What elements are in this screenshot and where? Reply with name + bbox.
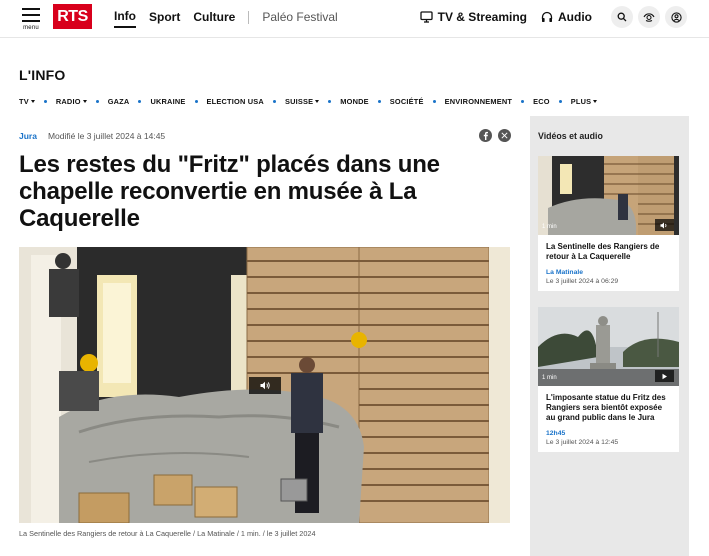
- video-thumbnail: 1 min: [538, 307, 679, 386]
- top-bar: menu RTS Info Sport Culture Paléo Festiv…: [0, 0, 709, 38]
- subnav-environnement[interactable]: ENVIRONNEMENT: [445, 97, 512, 106]
- video-thumbnail: 1 min: [538, 156, 679, 235]
- sidebar-title: Vidéos et audio: [538, 131, 603, 141]
- audio-link[interactable]: Audio: [541, 10, 592, 24]
- nav-sport[interactable]: Sport: [149, 10, 180, 27]
- share-x-button[interactable]: [498, 129, 511, 142]
- subnav-eco[interactable]: ECO: [533, 97, 550, 106]
- separator-dot: [521, 100, 525, 103]
- subnav-suisse[interactable]: SUISSE: [285, 97, 320, 106]
- speaker-icon: [660, 222, 667, 228]
- tv-streaming-link[interactable]: TV & Streaming: [419, 10, 527, 24]
- search-icon: [617, 12, 627, 22]
- x-logo-icon: [501, 132, 508, 139]
- menu-button[interactable]: menu: [20, 6, 42, 32]
- caret-down-icon: [30, 100, 35, 103]
- main-nav: Info Sport Culture Paléo Festival: [114, 9, 338, 28]
- tv-streaming-label: TV & Streaming: [437, 10, 527, 24]
- separator-dot: [558, 100, 562, 103]
- rts-logo[interactable]: RTS: [53, 4, 92, 29]
- nav-info[interactable]: Info: [114, 9, 136, 28]
- accessibility-icon: [643, 13, 655, 22]
- caret-down-icon: [315, 100, 320, 103]
- video-duration: 1 min: [542, 375, 557, 381]
- subnav-societe[interactable]: SOCIÉTÉ: [390, 97, 424, 106]
- video-card-date: Le 3 juillet 2024 à 06:29: [546, 278, 619, 285]
- subnav-plus[interactable]: PLUS: [571, 97, 598, 106]
- facebook-icon: [483, 131, 488, 140]
- separator-dot: [138, 100, 142, 103]
- separator-dot: [272, 100, 276, 103]
- right-nav: TV & Streaming Audio: [419, 6, 687, 28]
- section-subnav: TV RADIO GAZA UKRAINE ELECTION USA SUISS…: [19, 97, 598, 106]
- accessibility-button[interactable]: [638, 6, 660, 28]
- video-card-body: La Sentinelle des Rangiers de retour à L…: [538, 235, 679, 291]
- video-caption: La Sentinelle des Rangiers de retour à L…: [19, 529, 316, 538]
- video-card-title: La Sentinelle des Rangiers de retour à L…: [546, 242, 660, 261]
- headphones-icon: [541, 11, 553, 22]
- separator-dot: [95, 100, 99, 103]
- audio-label: Audio: [558, 10, 592, 24]
- play-icon: [655, 370, 674, 382]
- videos-audio-sidebar: Vidéos et audio 1 min La Sentinelle des …: [530, 116, 689, 556]
- article-modified-date: Modifié le 3 juillet 2024 à 14:45: [47, 131, 166, 141]
- nav-divider: [248, 10, 250, 24]
- caret-down-icon: [593, 100, 598, 103]
- separator-dot: [43, 100, 47, 103]
- speaker-icon: [260, 381, 270, 390]
- search-button[interactable]: [611, 6, 633, 28]
- nav-culture[interactable]: Culture: [193, 10, 235, 27]
- video-card-show[interactable]: 12h45: [546, 430, 671, 437]
- article-headline: Les restes du "Fritz" placés dans une ch…: [19, 151, 440, 232]
- separator-dot: [432, 100, 436, 103]
- subnav-ukraine[interactable]: UKRAINE: [150, 97, 185, 106]
- menu-label: menu: [23, 25, 39, 31]
- subnav-election-usa[interactable]: ELECTION USA: [207, 97, 264, 106]
- video-card[interactable]: 1 min L'imposante statue du Fritz des Ra…: [538, 307, 679, 452]
- video-duration: 1 min: [542, 224, 557, 230]
- user-icon: [670, 11, 682, 23]
- video-card-title: L'imposante statue du Fritz des Rangiers…: [546, 393, 666, 422]
- video-card[interactable]: 1 min La Sentinelle des Rangiers de reto…: [538, 156, 679, 291]
- subnav-gaza[interactable]: GAZA: [108, 97, 130, 106]
- user-account-button[interactable]: [665, 6, 687, 28]
- hamburger-icon: [22, 8, 40, 10]
- video-card-show[interactable]: La Matinale: [546, 269, 671, 276]
- video-card-body: L'imposante statue du Fritz des Rangiers…: [538, 386, 679, 452]
- play-triangle-icon: [662, 373, 667, 379]
- share-facebook-button[interactable]: [479, 129, 492, 142]
- video-card-date: Le 3 juillet 2024 à 12:45: [546, 439, 619, 446]
- nav-paleo-festival[interactable]: Paléo Festival: [262, 10, 337, 27]
- separator-dot: [194, 100, 198, 103]
- subnav-tv[interactable]: TV: [19, 97, 35, 106]
- subnav-radio[interactable]: RADIO: [56, 97, 87, 106]
- separator-dot: [328, 100, 332, 103]
- audio-play-icon: [655, 219, 674, 231]
- subnav-monde[interactable]: MONDE: [340, 97, 369, 106]
- section-title[interactable]: L'INFO: [19, 67, 66, 83]
- article-region-link[interactable]: Jura: [19, 131, 37, 141]
- article-meta: Jura Modifié le 3 juillet 2024 à 14:45: [19, 131, 165, 141]
- tv-icon: [419, 11, 433, 23]
- caret-down-icon: [82, 100, 87, 103]
- mute-button[interactable]: [249, 377, 281, 394]
- separator-dot: [377, 100, 381, 103]
